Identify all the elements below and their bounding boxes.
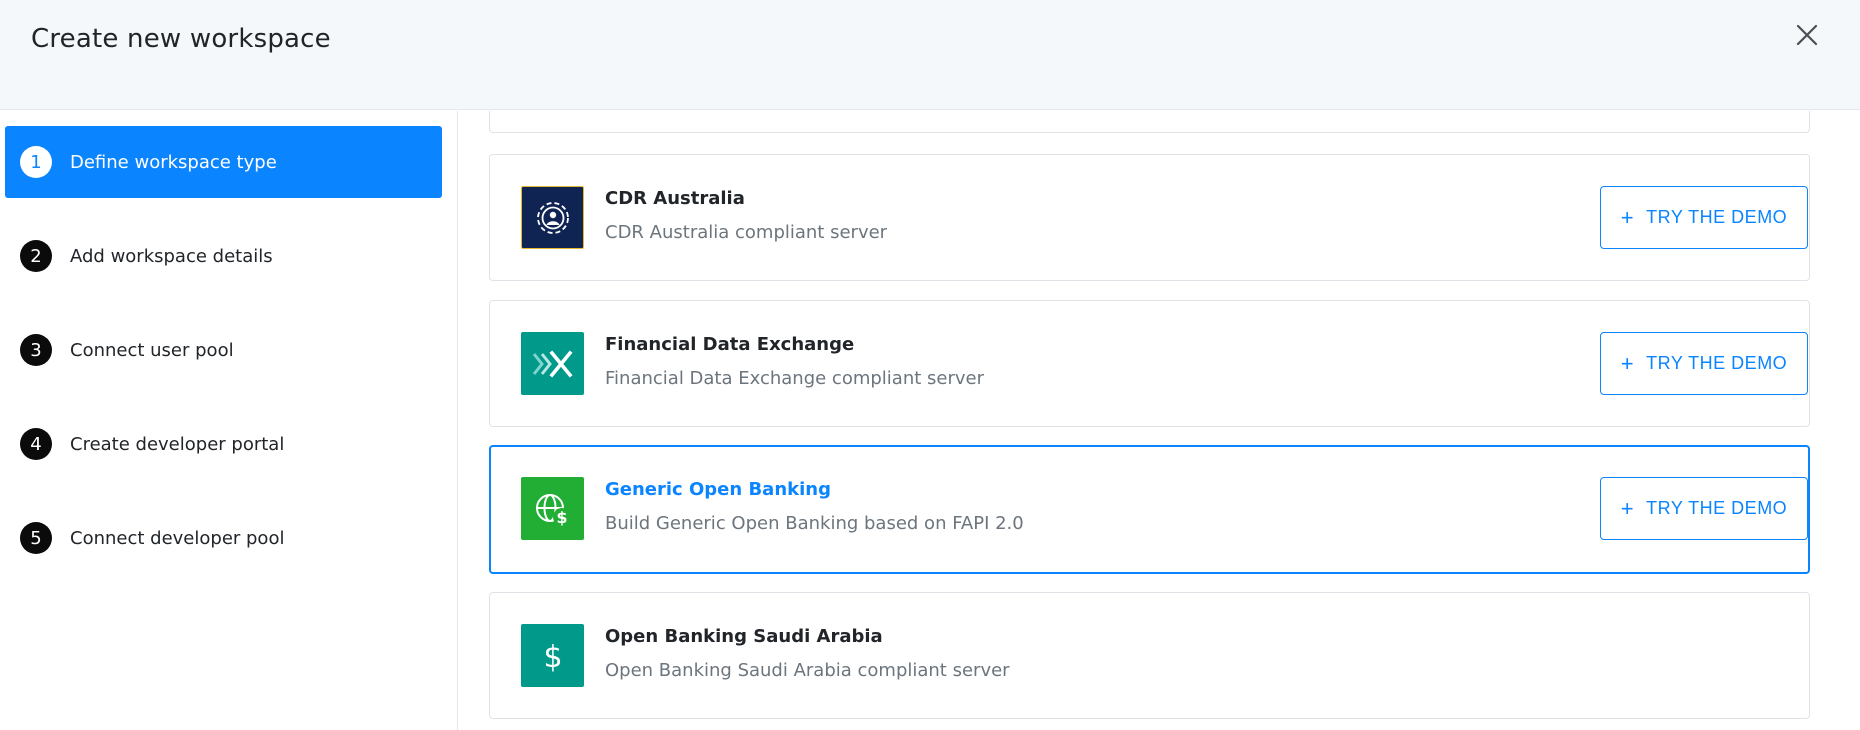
try-demo-label: TRY THE DEMO xyxy=(1646,353,1788,373)
workspace-type-card-cdr-australia[interactable]: CDR Australia CDR Australia compliant se… xyxy=(489,154,1810,281)
step-create-developer-portal[interactable]: 4 Create developer portal xyxy=(5,408,442,480)
step-label: Create developer portal xyxy=(70,433,285,455)
card-title: CDR Australia xyxy=(605,188,745,209)
svg-text:$: $ xyxy=(556,508,567,527)
card-title: Generic Open Banking xyxy=(605,479,831,500)
dialog-header: Create new workspace xyxy=(0,0,1860,110)
wizard-steps: 1 Define workspace type 2 Add workspace … xyxy=(0,111,458,730)
step-number: 5 xyxy=(20,522,52,554)
try-demo-button[interactable]: + TRY THE DEMO xyxy=(1600,332,1808,395)
step-number: 3 xyxy=(20,334,52,366)
workspace-type-card-open-banking-saudi-arabia[interactable]: $ Open Banking Saudi Arabia Open Banking… xyxy=(489,592,1810,719)
card-description: Open Banking Saudi Arabia compliant serv… xyxy=(605,660,1010,681)
close-icon xyxy=(1796,24,1818,46)
step-add-workspace-details[interactable]: 2 Add workspace details xyxy=(5,220,442,292)
step-define-workspace-type[interactable]: 1 Define workspace type xyxy=(5,126,442,198)
try-demo-button[interactable]: + TRY THE DEMO xyxy=(1600,186,1808,249)
card-description: Build Generic Open Banking based on FAPI… xyxy=(605,513,1024,534)
try-demo-button[interactable]: + TRY THE DEMO xyxy=(1600,477,1808,540)
workspace-type-card-generic-open-banking[interactable]: $ Generic Open Banking Build Generic Ope… xyxy=(489,445,1810,574)
dollar-icon: $ xyxy=(521,624,584,687)
card-title: Financial Data Exchange xyxy=(605,334,855,355)
step-connect-user-pool[interactable]: 3 Connect user pool xyxy=(5,314,442,386)
plus-icon: + xyxy=(1620,350,1635,376)
step-number: 1 xyxy=(20,146,52,178)
card-description: Financial Data Exchange compliant server xyxy=(605,368,984,389)
step-number: 2 xyxy=(20,240,52,272)
step-label: Connect user pool xyxy=(70,339,234,361)
card-title: Open Banking Saudi Arabia xyxy=(605,626,883,647)
workspace-type-card-financial-data-exchange[interactable]: Financial Data Exchange Financial Data E… xyxy=(489,300,1810,427)
plus-icon: + xyxy=(1620,495,1635,521)
dialog-title: Create new workspace xyxy=(31,24,331,54)
plus-icon: + xyxy=(1620,204,1635,230)
cdr-australia-logo-icon xyxy=(521,186,584,249)
step-label: Define workspace type xyxy=(70,151,277,173)
try-demo-label: TRY THE DEMO xyxy=(1646,207,1788,227)
step-connect-developer-pool[interactable]: 5 Connect developer pool xyxy=(5,502,442,574)
try-demo-label: TRY THE DEMO xyxy=(1646,498,1788,518)
workspace-type-list: CDR Australia CDR Australia compliant se… xyxy=(459,111,1860,730)
card-description: CDR Australia compliant server xyxy=(605,222,888,243)
step-label: Add workspace details xyxy=(70,245,273,267)
fdx-logo-icon xyxy=(521,332,584,395)
svg-text:$: $ xyxy=(543,640,562,674)
close-button[interactable] xyxy=(1792,20,1822,50)
step-number: 4 xyxy=(20,428,52,460)
workspace-type-card-partial[interactable] xyxy=(489,111,1810,133)
globe-dollar-icon: $ xyxy=(521,477,584,540)
step-label: Connect developer pool xyxy=(70,527,285,549)
